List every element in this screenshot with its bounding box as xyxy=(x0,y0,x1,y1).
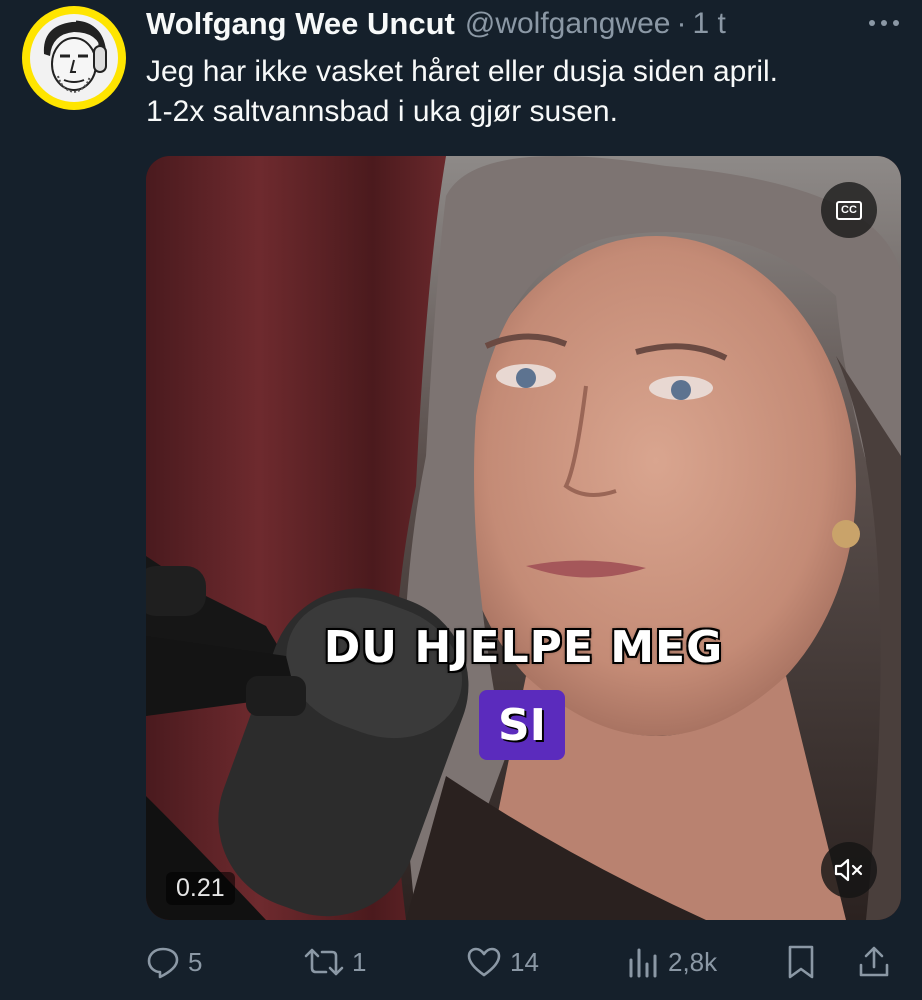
like-count: 14 xyxy=(510,946,539,977)
views-icon xyxy=(629,948,657,978)
separator-dot: · xyxy=(676,7,687,40)
like-button[interactable]: 14 xyxy=(466,940,539,984)
video-caption-line: DU HJELPE MEG xyxy=(323,622,724,673)
views-button[interactable]: 2,8k xyxy=(626,940,717,984)
like-icon xyxy=(467,947,501,977)
video-caption-highlight: SI xyxy=(479,690,565,760)
closed-captions-button[interactable]: CC xyxy=(821,182,877,238)
display-name[interactable]: Wolfgang Wee Uncut xyxy=(146,6,455,42)
tweet-text-line-2: 1-2x saltvannsbad i uka gjør susen. xyxy=(146,95,618,128)
closed-captions-icon: CC xyxy=(836,200,862,220)
repost-count: 1 xyxy=(352,946,367,977)
share-icon xyxy=(859,946,889,977)
video-frame xyxy=(146,156,901,920)
action-bar: 5 1 14 2,8k xyxy=(146,940,906,984)
bookmark-icon xyxy=(788,945,814,979)
user-handle[interactable]: @wolfgangwee xyxy=(465,7,671,41)
video-player[interactable]: CC DU HJELPE MEG SI 0.21 xyxy=(146,156,901,920)
reply-count: 5 xyxy=(188,946,203,977)
reply-icon xyxy=(147,947,179,979)
repost-icon xyxy=(304,948,344,976)
tweet-text-line-1: Jeg har ikke vasket håret eller dusja si… xyxy=(146,55,778,88)
avatar[interactable] xyxy=(22,6,126,110)
tweet-header: Wolfgang Wee Uncut @wolfgangwee · 1 t xyxy=(146,2,902,46)
mute-icon xyxy=(834,858,863,882)
video-timestamp: 0.21 xyxy=(166,872,235,905)
views-count: 2,8k xyxy=(668,946,718,977)
avatar-illustration xyxy=(30,14,118,102)
tweet-time[interactable]: 1 t xyxy=(692,7,725,41)
more-icon[interactable] xyxy=(866,8,902,38)
mute-button[interactable] xyxy=(821,842,877,898)
repost-button[interactable]: 1 xyxy=(304,940,366,984)
reply-button[interactable]: 5 xyxy=(146,940,202,984)
tweet-text: Jeg har ikke vasket håret eller dusja si… xyxy=(146,52,906,132)
share-button[interactable] xyxy=(858,940,898,984)
bookmark-button[interactable] xyxy=(786,940,824,984)
